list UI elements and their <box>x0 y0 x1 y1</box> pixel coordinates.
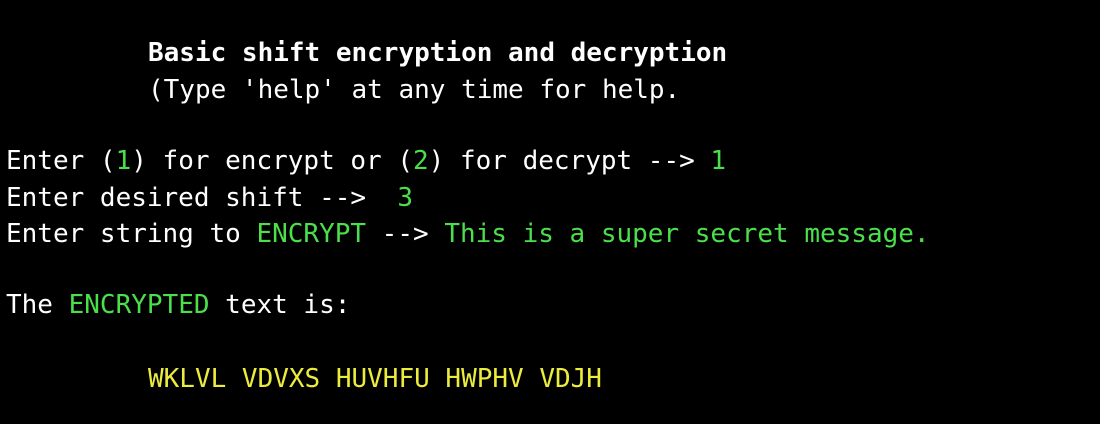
string-prompt-prefix: Enter string to <box>6 219 257 249</box>
string-prompt-arrow: --> <box>366 219 445 249</box>
program-title: Basic shift encryption and decryption <box>148 38 728 68</box>
help-hint: (Type 'help' at any time for help. <box>148 75 681 105</box>
decrypt-option-number: 2 <box>413 146 429 176</box>
encrypted-output: WKLVL VDVXS HUVHFU HWPHV VDJH <box>148 364 602 394</box>
shift-prompt-line: Enter desired shift --> 3 <box>6 180 413 216</box>
terminal-window: { "colors": { "background": "#000000", "… <box>0 0 1100 424</box>
shift-prompt-label: Enter desired shift --> <box>6 183 398 213</box>
mode-prompt-line: Enter (1) for encrypt or (2) for decrypt… <box>6 143 726 179</box>
encrypt-keyword: ENCRYPT <box>256 219 367 249</box>
shift-answer[interactable]: 3 <box>397 183 413 213</box>
encrypted-keyword: ENCRYPTED <box>68 290 210 320</box>
result-suffix: text is: <box>209 290 351 320</box>
mode-answer[interactable]: 1 <box>710 146 726 176</box>
mode-prompt-middle: ) for encrypt or ( <box>131 146 413 176</box>
result-label-line: The ENCRYPTED text is: <box>6 287 350 323</box>
encrypt-option-number: 1 <box>115 146 132 176</box>
string-answer[interactable]: This is a super secret message. <box>444 219 929 249</box>
string-prompt-line: Enter string to ENCRYPT --> This is a su… <box>6 216 930 252</box>
mode-prompt-suffix: ) for decrypt --> <box>428 146 711 176</box>
mode-prompt-prefix: Enter ( <box>6 146 116 176</box>
result-prefix: The <box>6 290 69 320</box>
